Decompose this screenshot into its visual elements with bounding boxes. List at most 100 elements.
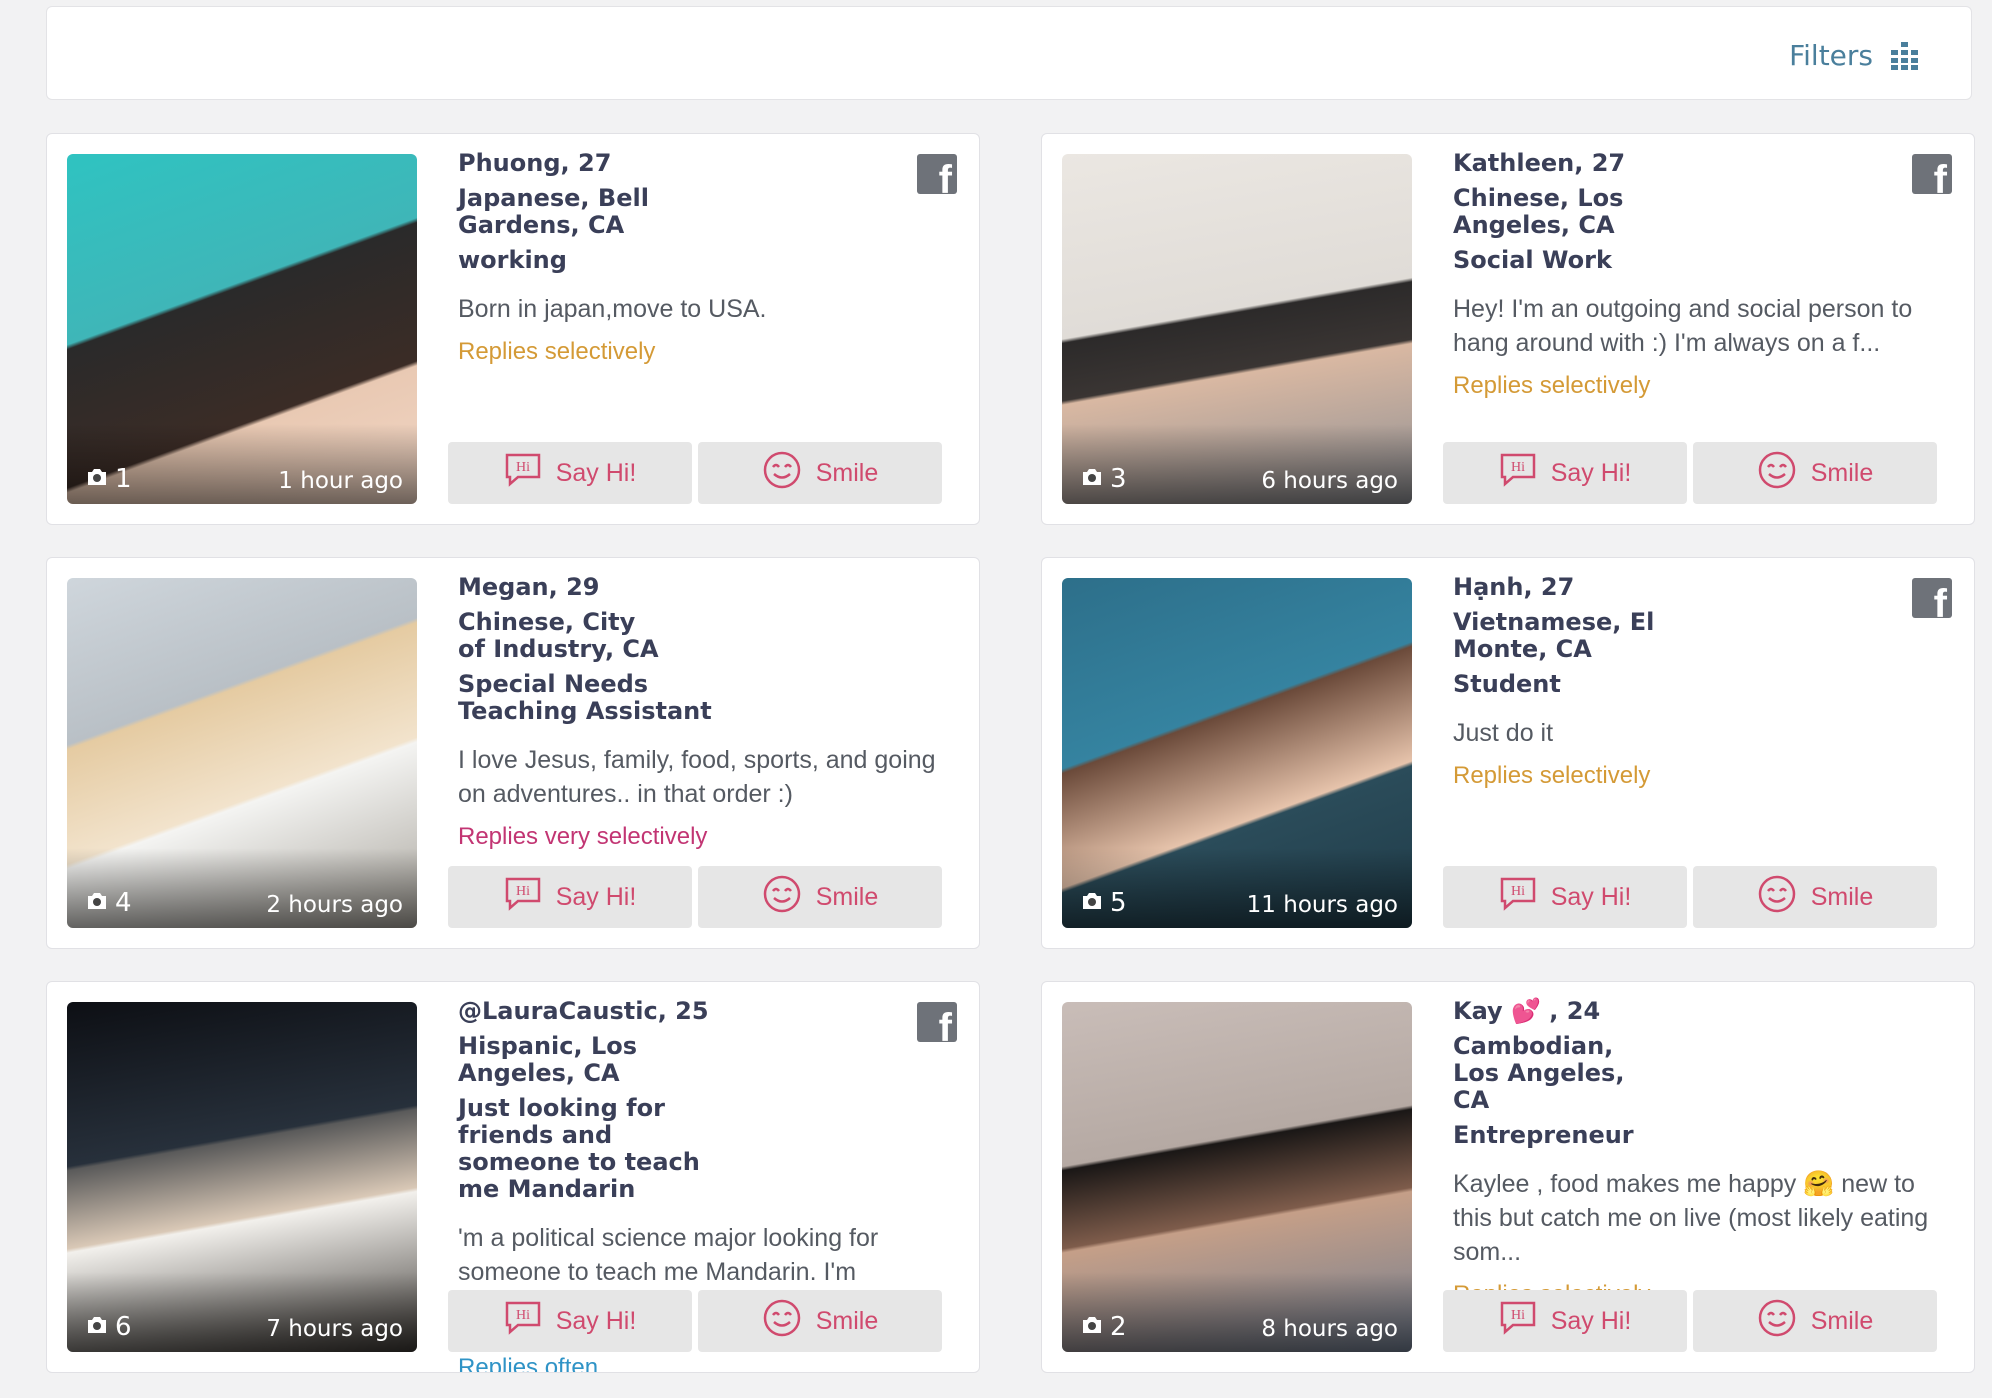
smile-label: Smile xyxy=(815,458,879,487)
facebook-icon: f xyxy=(917,154,957,194)
say-hi-label: Say Hi! xyxy=(1550,882,1632,911)
smile-button[interactable]: Smile xyxy=(698,442,942,504)
say-hi-icon-text: Hi xyxy=(516,884,530,899)
smile-button[interactable]: Smile xyxy=(1693,442,1937,504)
profile-occupation: Entrepreneur xyxy=(1453,1121,1634,1149)
profile-occupation: working xyxy=(458,246,567,274)
say-hi-button[interactable]: Hi Say Hi! xyxy=(448,442,692,504)
profile-bio: Just do it xyxy=(1453,719,1554,747)
say-hi-icon: Hi xyxy=(504,453,542,494)
smile-button[interactable]: Smile xyxy=(1693,1290,1937,1352)
photo-count-value: 1 xyxy=(115,464,132,494)
profile-photo[interactable]: 3 6 hours ago xyxy=(1062,154,1412,504)
say-hi-icon-text: Hi xyxy=(516,460,530,475)
facebook-glyph: f xyxy=(938,1006,952,1042)
camera-icon xyxy=(1080,464,1104,494)
camera-icon xyxy=(85,1312,109,1342)
profile-card[interactable]: 2 8 hours ago Kay 💕 , 24 Cambodian, Los Ang… xyxy=(1041,981,1975,1373)
facebook-glyph: f xyxy=(938,158,952,194)
profile-photo[interactable]: 2 8 hours ago xyxy=(1062,1002,1412,1352)
profile-location: Cambodian, Los Angeles, CA xyxy=(1453,1032,1625,1114)
filters-button[interactable]: Filters xyxy=(1789,39,1919,72)
profile-location: Chinese, Los Angeles, CA xyxy=(1453,184,1624,239)
say-hi-icon-text: Hi xyxy=(1511,884,1525,899)
say-hi-label: Say Hi! xyxy=(555,882,637,911)
photo-count: 5 xyxy=(1080,888,1127,918)
profile-info: @LauraCaustic, 25 Hispanic, Los Angeles, … xyxy=(458,998,938,1289)
smile-icon xyxy=(1757,450,1797,497)
smile-icon xyxy=(762,1298,802,1345)
reply-rate: Replies very selectively xyxy=(458,823,708,850)
profile-name[interactable]: @LauraCaustic, 25 xyxy=(458,998,938,1025)
photo-count-value: 5 xyxy=(1110,888,1127,918)
camera-icon xyxy=(1080,888,1104,918)
facebook-glyph: f xyxy=(1933,582,1947,618)
say-hi-icon-text: Hi xyxy=(1511,460,1525,475)
smile-icon xyxy=(1757,1298,1797,1345)
time-ago: 8 hours ago xyxy=(1261,1316,1398,1342)
profile-card[interactable]: 1 1 hour ago Phuong, 27 Japanese, Bell Gard… xyxy=(46,133,980,525)
profile-info: Kay 💕 , 24 Cambodian, Los Angeles, CA Entr… xyxy=(1453,998,1933,1309)
photo-count-value: 2 xyxy=(1110,1312,1127,1342)
smile-label: Smile xyxy=(815,882,879,911)
smile-button[interactable]: Smile xyxy=(1693,866,1937,928)
facebook-icon: f xyxy=(1912,154,1952,194)
profile-bio: Hey! I'm an outgoing and social person t… xyxy=(1453,295,1913,357)
profile-name[interactable]: Phuong, 27 xyxy=(458,150,938,177)
profile-location: Japanese, Bell Gardens, CA xyxy=(458,184,649,239)
profile-occupation: Just looking for friends and someone to … xyxy=(458,1094,700,1203)
profile-photo[interactable]: 1 1 hour ago xyxy=(67,154,417,504)
profile-card[interactable]: 5 11 hours ago Hạnh, 27 Vietnamese, El Mont… xyxy=(1041,557,1975,949)
say-hi-button[interactable]: Hi Say Hi! xyxy=(1443,866,1687,928)
facebook-glyph: f xyxy=(1933,158,1947,194)
profile-info: Megan, 29 Chinese, City of Industry, CA Sp… xyxy=(458,574,938,851)
time-ago: 7 hours ago xyxy=(266,1316,403,1342)
say-hi-button[interactable]: Hi Say Hi! xyxy=(448,866,692,928)
profile-card[interactable]: 4 2 hours ago Megan, 29 Chinese, City of In… xyxy=(46,557,980,949)
reply-rate: Replies selectively xyxy=(458,338,656,365)
smile-icon xyxy=(762,450,802,497)
facebook-icon: f xyxy=(917,1002,957,1042)
smile-button[interactable]: Smile xyxy=(698,1290,942,1352)
say-hi-icon: Hi xyxy=(1499,877,1537,918)
photo-count: 2 xyxy=(1080,1312,1127,1342)
facebook-icon: f xyxy=(1912,578,1952,618)
profile-card[interactable]: 6 7 hours ago @LauraCaustic, 25 Hispanic, L… xyxy=(46,981,980,1373)
say-hi-button[interactable]: Hi Say Hi! xyxy=(1443,1290,1687,1352)
profile-name[interactable]: Kathleen, 27 xyxy=(1453,150,1933,177)
time-ago: 6 hours ago xyxy=(1261,468,1398,494)
profile-location: Hispanic, Los Angeles, CA xyxy=(458,1032,638,1087)
filter-grid-icon xyxy=(1891,41,1918,70)
camera-icon xyxy=(85,888,109,918)
profile-name[interactable]: Kay 💕 , 24 xyxy=(1453,998,1933,1025)
profile-bio: 'm a political science major looking for… xyxy=(458,1224,879,1286)
profile-occupation: Social Work xyxy=(1453,246,1612,274)
say-hi-icon: Hi xyxy=(504,877,542,918)
smile-button[interactable]: Smile xyxy=(698,866,942,928)
time-ago: 1 hour ago xyxy=(278,468,403,494)
profile-photo[interactable]: 6 7 hours ago xyxy=(67,1002,417,1352)
say-hi-icon: Hi xyxy=(504,1301,542,1342)
profile-photo[interactable]: 5 11 hours ago xyxy=(1062,578,1412,928)
profile-name[interactable]: Megan, 29 xyxy=(458,574,938,601)
photo-count-value: 6 xyxy=(115,1312,132,1342)
say-hi-button[interactable]: Hi Say Hi! xyxy=(448,1290,692,1352)
smile-label: Smile xyxy=(1810,1306,1874,1335)
profile-occupation: Special Needs Teaching Assistant xyxy=(458,670,712,725)
photo-count: 4 xyxy=(85,888,132,918)
smile-icon xyxy=(762,874,802,921)
profile-bio: Kaylee , food makes me happy 🤗 new to th… xyxy=(1453,1170,1929,1266)
photo-count: 3 xyxy=(1080,464,1127,494)
profile-info: Kathleen, 27 Chinese, Los Angeles, CA Soci… xyxy=(1453,150,1933,400)
filters-label: Filters xyxy=(1789,39,1873,72)
reply-rate: Replies often xyxy=(458,1354,599,1373)
say-hi-label: Say Hi! xyxy=(1550,1306,1632,1335)
profile-location: Vietnamese, El Monte, CA xyxy=(1453,608,1655,663)
profile-card[interactable]: 3 6 hours ago Kathleen, 27 Chinese, Los Ang… xyxy=(1041,133,1975,525)
say-hi-button[interactable]: Hi Say Hi! xyxy=(1443,442,1687,504)
profile-photo[interactable]: 4 2 hours ago xyxy=(67,578,417,928)
profile-bio: Born in japan,move to USA. xyxy=(458,295,767,323)
time-ago: 11 hours ago xyxy=(1246,892,1398,918)
say-hi-label: Say Hi! xyxy=(1550,458,1632,487)
profile-name[interactable]: Hạnh, 27 xyxy=(1453,574,1933,601)
